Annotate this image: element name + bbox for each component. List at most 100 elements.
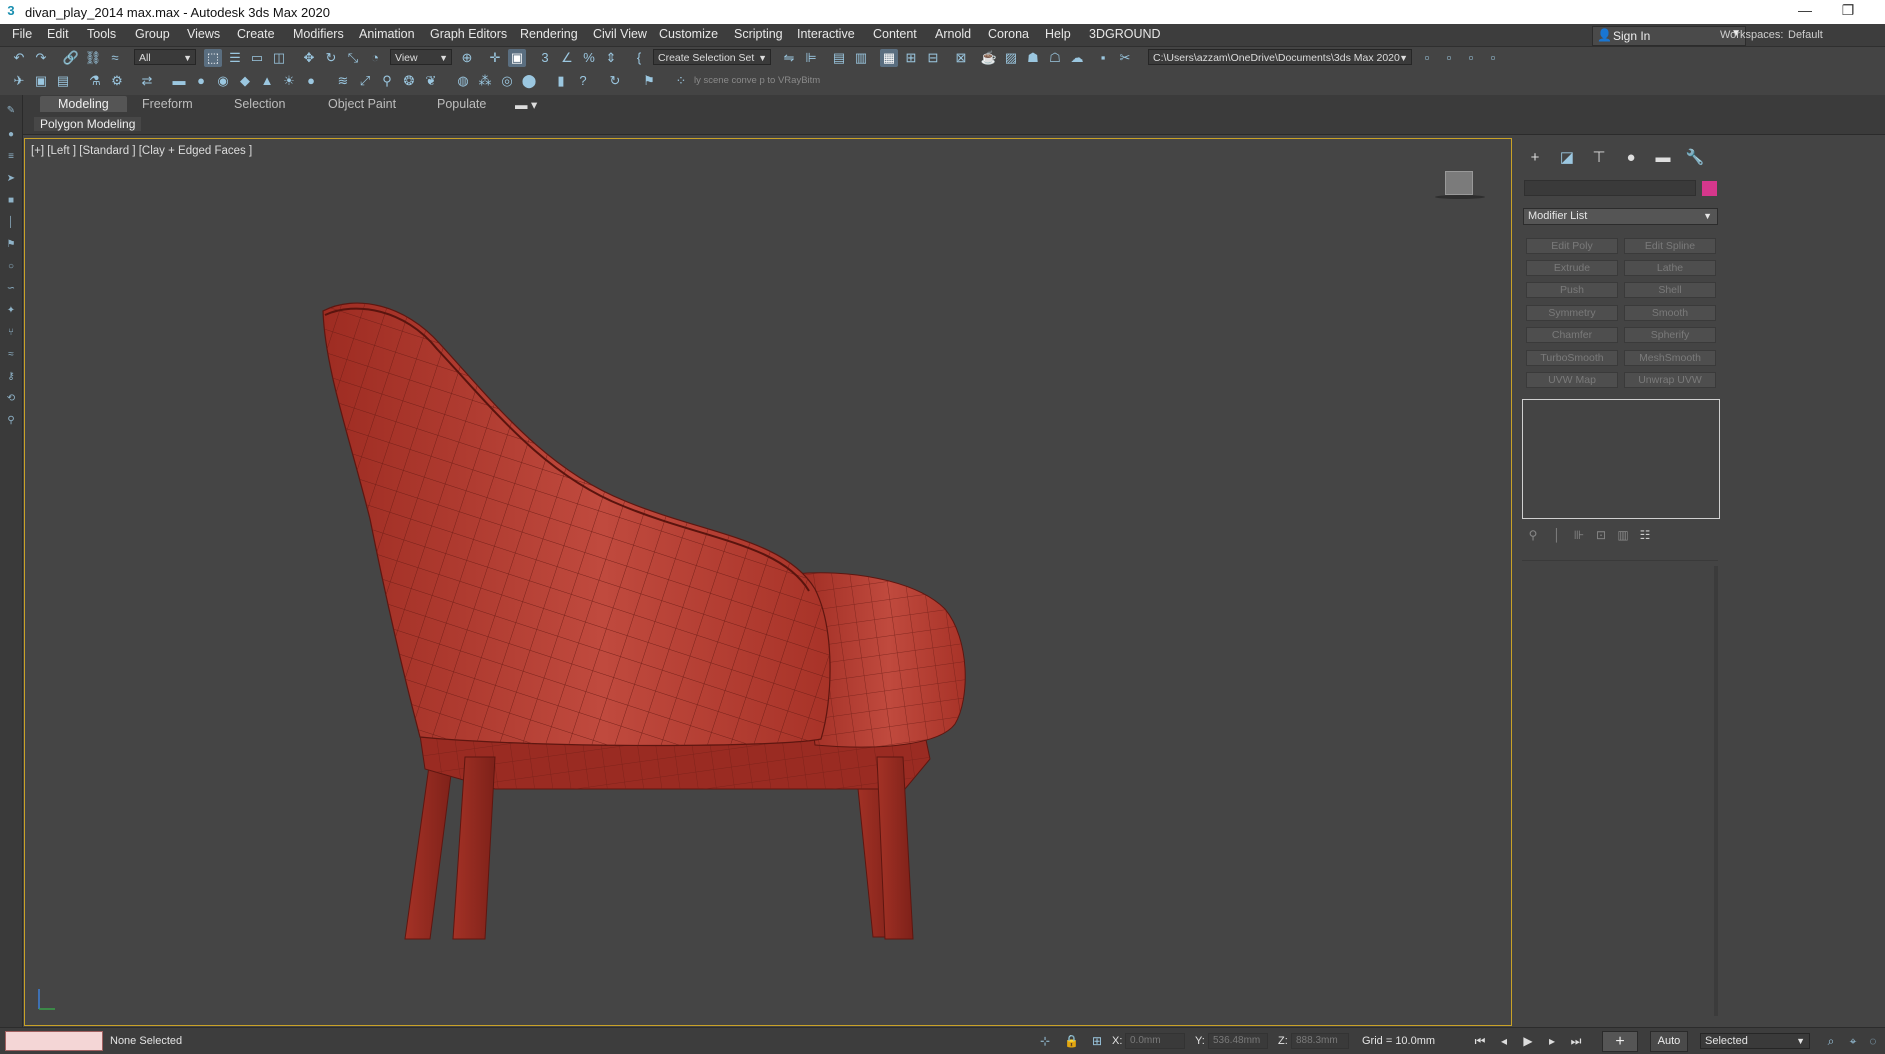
menu-arnold[interactable]: Arnold	[935, 27, 971, 41]
menu-graph-editors[interactable]: Graph Editors	[430, 27, 507, 41]
named-selection-set-dropdown[interactable]: Create Selection Set ▼	[653, 49, 771, 65]
vray-ambient-icon[interactable]: ▲	[258, 72, 276, 90]
curve-editor-icon[interactable]: ⊞	[902, 49, 920, 67]
modifier-button[interactable]: Lathe	[1624, 260, 1716, 276]
render-iterative-icon[interactable]: ☖	[1046, 49, 1064, 67]
menu-group[interactable]: Group	[135, 27, 170, 41]
menu-interactive[interactable]: Interactive	[797, 27, 855, 41]
vray-pin-icon[interactable]: ⚑	[640, 72, 658, 90]
vray-plane-icon[interactable]: ▬	[170, 72, 188, 90]
select-manipulate-icon[interactable]: ✛	[486, 49, 504, 67]
percent-snap-icon[interactable]: %	[580, 49, 598, 67]
vray-scene-converter-icon[interactable]: ⁘	[672, 72, 690, 90]
vray-light-icon[interactable]: ●	[192, 72, 210, 90]
go-to-end-icon[interactable]: ⏭	[1568, 1033, 1584, 1049]
vray-dome-icon[interactable]: ●	[302, 72, 320, 90]
auto-key-button[interactable]: Auto	[1650, 1031, 1688, 1052]
tab-freeform[interactable]: Freeform	[142, 97, 193, 111]
arrow-icon[interactable]: ➤	[5, 173, 17, 185]
delete-icon[interactable]: ▥	[1616, 528, 1630, 542]
object-name-field[interactable]	[1524, 180, 1696, 196]
circle-icon[interactable]: ○	[5, 261, 17, 273]
hierarchy-tab-icon[interactable]: ⊤	[1588, 148, 1610, 168]
render-production-icon[interactable]: ☗	[1024, 49, 1042, 67]
project-folder-dropdown[interactable]: C:\Users\azzam\OneDrive\Documents\3ds Ma…	[1148, 49, 1412, 65]
selection-filter-dropdown[interactable]: All ▼	[134, 49, 196, 65]
menu-rendering[interactable]: Rendering	[520, 27, 578, 41]
tab-object-paint[interactable]: Object Paint	[328, 97, 396, 111]
object-color-swatch[interactable]	[1702, 181, 1717, 196]
modifier-button[interactable]: Edit Poly	[1526, 238, 1618, 254]
tab-modeling[interactable]: Modeling	[40, 96, 127, 112]
x-coord-field[interactable]: 0.0mm	[1125, 1033, 1185, 1049]
vray-sphere-icon[interactable]: ◉	[214, 72, 232, 90]
menu-scripting[interactable]: Scripting	[734, 27, 783, 41]
orbit-icon[interactable]: ◌	[1866, 1034, 1880, 1048]
schematic-view-icon[interactable]: ⊟	[924, 49, 942, 67]
previous-frame-icon[interactable]: ◂	[1496, 1033, 1512, 1049]
go-to-start-icon[interactable]: ⏮	[1472, 1033, 1488, 1049]
scissors-icon[interactable]: ✂	[1116, 49, 1134, 67]
isolate-icon[interactable]: ⊹	[1038, 1034, 1052, 1048]
key-icon[interactable]: ⚷	[5, 371, 17, 383]
star-icon[interactable]: ✦	[5, 305, 17, 317]
vray-sphere-fade-icon[interactable]: ◍	[454, 72, 472, 90]
render-setup-icon[interactable]: ☕	[980, 49, 998, 67]
menu-edit[interactable]: Edit	[47, 27, 69, 41]
command-panel-scrollbar[interactable]	[1714, 566, 1718, 1016]
project-folder-icon[interactable]: ▫	[1462, 49, 1480, 67]
menu-corona[interactable]: Corona	[988, 27, 1029, 41]
absolute-mode-icon[interactable]: ⊞	[1090, 1034, 1104, 1048]
vray-help-icon[interactable]: ?	[574, 72, 592, 90]
y-coord-field[interactable]: 536.48mm	[1208, 1033, 1268, 1049]
window-crossing-icon[interactable]: ◫	[270, 49, 288, 67]
corona-vfb-icon[interactable]: ▪	[1094, 49, 1112, 67]
modifier-list-dropdown[interactable]: Modifier List ▼	[1523, 208, 1718, 225]
mirror-icon[interactable]: ⇋	[780, 49, 798, 67]
display-tab-icon[interactable]: ▬	[1652, 148, 1674, 168]
layer-explorer-icon[interactable]: ▥	[852, 49, 870, 67]
reference-coordinate-dropdown[interactable]: View ▼	[390, 49, 452, 65]
vray-frame-buffer-icon[interactable]: ▣	[32, 72, 50, 90]
modifier-button[interactable]: Edit Spline	[1624, 238, 1716, 254]
maxscript-listener[interactable]	[5, 1031, 103, 1051]
move-icon[interactable]: ✥	[300, 49, 318, 67]
keyboard-shortcut-override-icon[interactable]: ▣	[508, 49, 526, 67]
pin-stack-icon[interactable]: ⚲	[1526, 528, 1540, 542]
menu-help[interactable]: Help	[1045, 27, 1071, 41]
modifier-button[interactable]: Smooth	[1624, 305, 1716, 321]
vray-cam-icon[interactable]: ⚲	[378, 72, 396, 90]
modifier-button[interactable]: Chamfer	[1526, 327, 1618, 343]
dot-icon[interactable]: ●	[5, 129, 17, 141]
vray-icon[interactable]: ✈	[10, 72, 28, 90]
vray-options-icon[interactable]: ▤	[54, 72, 72, 90]
viewport-left[interactable]: [+] [Left ] [Standard ] [Clay + Edged Fa…	[24, 138, 1512, 1026]
placement-icon[interactable]: ◔	[366, 49, 384, 67]
spinner-snap-icon[interactable]: ⇕	[602, 49, 620, 67]
box-icon[interactable]: ■	[5, 195, 17, 207]
modify-tab-icon[interactable]: ◪	[1556, 148, 1578, 168]
play-icon[interactable]: ▶	[1520, 1033, 1536, 1049]
vray-fur-icon[interactable]: ≋	[334, 72, 352, 90]
zoom-icon[interactable]: ⌕	[1824, 1034, 1838, 1048]
modifier-button[interactable]: MeshSmooth	[1624, 350, 1716, 366]
workspaces-dropdown[interactable]: Default	[1788, 29, 1823, 41]
modifier-button[interactable]: Shell	[1624, 282, 1716, 298]
armchair-model[interactable]	[25, 139, 1511, 1025]
modifier-button[interactable]: UVW Map	[1526, 372, 1618, 388]
menu-animation[interactable]: Animation	[359, 27, 415, 41]
scale-icon[interactable]: ⤡	[344, 49, 362, 67]
tab-populate[interactable]: Populate	[437, 97, 486, 111]
menu-tools[interactable]: Tools	[87, 27, 116, 41]
menu-customize[interactable]: Customize	[659, 27, 718, 41]
show-end-result-icon[interactable]: │	[1550, 528, 1564, 542]
rotate-icon[interactable]: ↻	[322, 49, 340, 67]
unlink-icon[interactable]: ⛓	[84, 49, 102, 67]
branch-icon[interactable]: ⑂	[5, 327, 17, 339]
wave-icon[interactable]: ≈	[5, 349, 17, 361]
motion-tab-icon[interactable]: ●	[1620, 148, 1642, 168]
loop-icon[interactable]: ⟲	[5, 393, 17, 405]
menu-file[interactable]: File	[12, 27, 32, 41]
menu-create[interactable]: Create	[237, 27, 275, 41]
set-key-button[interactable]: +	[1602, 1031, 1638, 1052]
